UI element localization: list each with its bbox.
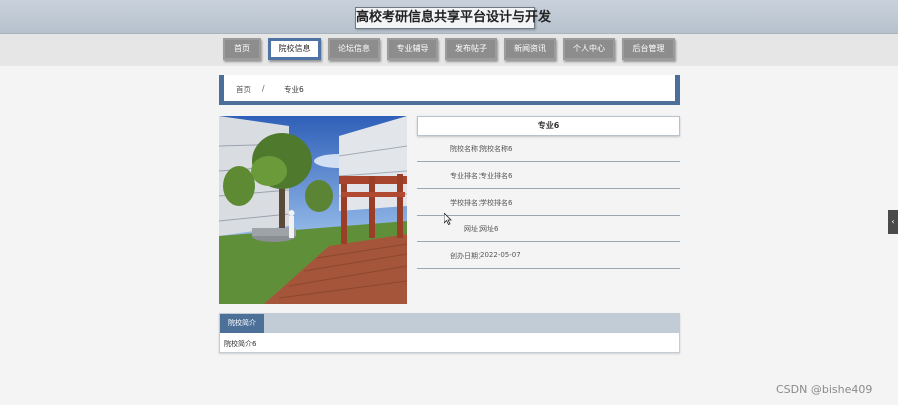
breadcrumb: 首页 / 专业6 <box>219 75 680 105</box>
intro-content: 院校简介6 <box>224 340 257 348</box>
breadcrumb-home-link[interactable]: 首页 <box>236 84 251 95</box>
field-value: 专业排名6 <box>480 172 513 180</box>
nav-item-post-thread[interactable]: 发布帖子 <box>445 38 497 60</box>
site-title: 高校考研信息共享平台设计与开发 <box>355 7 551 29</box>
field-value: 院校名称6 <box>480 145 513 153</box>
watermark: CSDN @bishe409 <box>776 383 873 396</box>
school-intro-panel: 院校简介 院校简介6 <box>219 313 680 353</box>
header-bar: 高校考研信息共享平台设计与开发 <box>0 0 898 34</box>
school-photo <box>219 116 407 304</box>
field-row-school-name: 院校名称： 院校名称6 <box>417 136 680 162</box>
breadcrumb-separator: / <box>262 84 265 93</box>
field-row-major-rank: 专业排名： 专业排名6 <box>417 163 680 189</box>
nav-item-forum[interactable]: 论坛信息 <box>328 38 380 60</box>
field-value: 学校排名6 <box>480 199 513 207</box>
field-value: 2022-05-07 <box>480 251 521 259</box>
chevron-left-icon[interactable]: ‹ <box>888 210 898 234</box>
nav-item-major-tutoring[interactable]: 专业辅导 <box>387 38 438 60</box>
field-row-founded-date: 创办日期： 2022-05-07 <box>417 243 680 269</box>
tab-school-intro[interactable]: 院校简介 <box>220 314 264 333</box>
field-value[interactable]: 网址6 <box>480 224 498 234</box>
breadcrumb-current: 专业6 <box>284 85 304 94</box>
nav-item-home[interactable]: 首页 <box>223 38 261 60</box>
field-row-school-rank: 学校排名： 学校排名6 <box>417 190 680 216</box>
major-title: 专业6 <box>417 116 680 136</box>
nav-item-news[interactable]: 新闻资讯 <box>504 38 556 60</box>
nav-item-admin[interactable]: 后台管理 <box>622 38 675 60</box>
nav-item-school-info[interactable]: 院校信息 <box>268 38 321 60</box>
mouse-cursor-icon <box>444 213 452 225</box>
nav-item-user-center[interactable]: 个人中心 <box>563 38 615 60</box>
field-row-website: 网址： 网址6 <box>417 216 680 242</box>
intro-tab-bar: 院校简介 <box>220 314 679 333</box>
